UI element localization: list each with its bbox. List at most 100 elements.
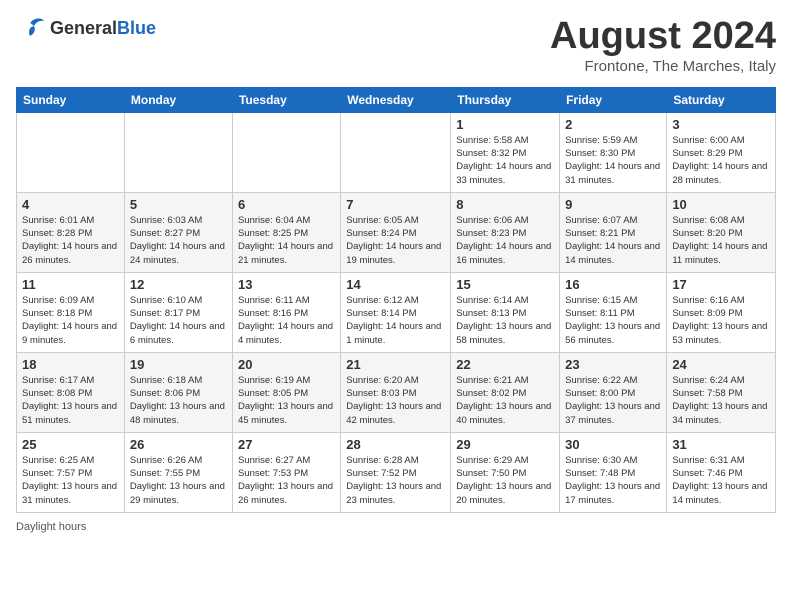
day-number: 31 [672,437,770,452]
calendar-day-cell: 1 Sunrise: 5:58 AM Sunset: 8:32 PM Daylig… [451,112,560,192]
calendar-week-row: 18 Sunrise: 6:17 AM Sunset: 8:08 PM Dayli… [17,352,776,432]
day-number: 26 [130,437,227,452]
logo: GeneralBlue [16,16,156,40]
day-info: Sunrise: 6:08 AM Sunset: 8:20 PM Dayligh… [672,214,770,267]
calendar-day-cell: 17 Sunrise: 6:16 AM Sunset: 8:09 PM Dayli… [667,272,776,352]
weekday-header-cell: Thursday [451,87,560,112]
weekday-header-cell: Friday [560,87,667,112]
calendar-day-cell: 14 Sunrise: 6:12 AM Sunset: 8:14 PM Dayli… [341,272,451,352]
weekday-header-cell: Wednesday [341,87,451,112]
day-info: Sunrise: 6:27 AM Sunset: 7:53 PM Dayligh… [238,454,335,507]
calendar-day-cell: 21Sunrise: 6:20 AM Sunset: 8:03 PM Dayli… [341,352,451,432]
location: Frontone, The Marches, Italy [550,58,776,75]
calendar-day-cell [232,112,340,192]
calendar-day-cell: 22 Sunrise: 6:21 AM Sunset: 8:02 PM Dayli… [451,352,560,432]
day-number: 6 [238,197,335,212]
day-info: Sunrise: 6:26 AM Sunset: 7:55 PM Dayligh… [130,454,227,507]
day-info: Sunrise: 6:28 AM Sunset: 7:52 PM Dayligh… [346,454,445,507]
day-number: 4 [22,197,119,212]
day-info: Sunrise: 6:14 AM Sunset: 8:13 PM Dayligh… [456,294,554,347]
day-number: 12 [130,277,227,292]
day-number: 3 [672,117,770,132]
day-info: Sunrise: 6:25 AM Sunset: 7:57 PM Dayligh… [22,454,119,507]
day-info: Sunrise: 6:31 AM Sunset: 7:46 PM Dayligh… [672,454,770,507]
day-info: Sunrise: 5:58 AM Sunset: 8:32 PM Dayligh… [456,134,554,187]
calendar-day-cell: 26 Sunrise: 6:26 AM Sunset: 7:55 PM Dayli… [124,432,232,512]
day-info: Sunrise: 6:03 AM Sunset: 8:27 PM Dayligh… [130,214,227,267]
day-number: 8 [456,197,554,212]
footer: Daylight hours [16,521,776,533]
calendar-day-cell: 25 Sunrise: 6:25 AM Sunset: 7:57 PM Dayli… [17,432,125,512]
calendar-day-cell: 3 Sunrise: 6:00 AM Sunset: 8:29 PM Daylig… [667,112,776,192]
calendar-day-cell: 31 Sunrise: 6:31 AM Sunset: 7:46 PM Dayli… [667,432,776,512]
day-info: Sunrise: 6:21 AM Sunset: 8:02 PM Dayligh… [456,374,554,427]
day-info: Sunrise: 6:05 AM Sunset: 8:24 PM Dayligh… [346,214,445,267]
day-info: Sunrise: 6:11 AM Sunset: 8:16 PM Dayligh… [238,294,335,347]
day-number: 25 [22,437,119,452]
daylight-label: Daylight hours [16,521,86,533]
day-info: Sunrise: 6:18 AM Sunset: 8:06 PM Dayligh… [130,374,227,427]
logo-general: General [50,18,117,38]
day-info: Sunrise: 6:01 AM Sunset: 8:28 PM Dayligh… [22,214,119,267]
day-info: Sunrise: 6:09 AM Sunset: 8:18 PM Dayligh… [22,294,119,347]
day-info: Sunrise: 6:29 AM Sunset: 7:50 PM Dayligh… [456,454,554,507]
calendar-day-cell: 24 Sunrise: 6:24 AM Sunset: 7:58 PM Dayli… [667,352,776,432]
calendar-day-cell: 12 Sunrise: 6:10 AM Sunset: 8:17 PM Dayli… [124,272,232,352]
calendar-day-cell: 6Sunrise: 6:04 AM Sunset: 8:25 PM Daylig… [232,192,340,272]
day-number: 17 [672,277,770,292]
day-info: Sunrise: 6:17 AM Sunset: 8:08 PM Dayligh… [22,374,119,427]
day-info: Sunrise: 6:19 AM Sunset: 8:05 PM Dayligh… [238,374,335,427]
day-number: 1 [456,117,554,132]
day-number: 10 [672,197,770,212]
calendar-body: 1 Sunrise: 5:58 AM Sunset: 8:32 PM Daylig… [17,112,776,512]
day-number: 30 [565,437,661,452]
day-number: 28 [346,437,445,452]
calendar-day-cell: 29 Sunrise: 6:29 AM Sunset: 7:50 PM Dayli… [451,432,560,512]
calendar-week-row: 1 Sunrise: 5:58 AM Sunset: 8:32 PM Daylig… [17,112,776,192]
page-header: GeneralBlue August 2024 Frontone, The Ma… [16,16,776,75]
day-info: Sunrise: 6:22 AM Sunset: 8:00 PM Dayligh… [565,374,661,427]
day-number: 9 [565,197,661,212]
day-info: Sunrise: 6:12 AM Sunset: 8:14 PM Dayligh… [346,294,445,347]
day-number: 22 [456,357,554,372]
calendar-day-cell [341,112,451,192]
day-number: 19 [130,357,227,372]
day-number: 5 [130,197,227,212]
day-info: Sunrise: 6:00 AM Sunset: 8:29 PM Dayligh… [672,134,770,187]
calendar-day-cell: 19 Sunrise: 6:18 AM Sunset: 8:06 PM Dayli… [124,352,232,432]
calendar-day-cell: 16Sunrise: 6:15 AM Sunset: 8:11 PM Dayli… [560,272,667,352]
calendar-week-row: 11 Sunrise: 6:09 AM Sunset: 8:18 PM Dayli… [17,272,776,352]
day-number: 11 [22,277,119,292]
day-number: 29 [456,437,554,452]
day-number: 16 [565,277,661,292]
calendar-day-cell: 10 Sunrise: 6:08 AM Sunset: 8:20 PM Dayli… [667,192,776,272]
day-number: 20 [238,357,335,372]
calendar-day-cell: 11 Sunrise: 6:09 AM Sunset: 8:18 PM Dayli… [17,272,125,352]
calendar-day-cell: 8Sunrise: 6:06 AM Sunset: 8:23 PM Daylig… [451,192,560,272]
day-number: 18 [22,357,119,372]
calendar-day-cell: 20 Sunrise: 6:19 AM Sunset: 8:05 PM Dayli… [232,352,340,432]
calendar-day-cell: 4 Sunrise: 6:01 AM Sunset: 8:28 PM Daylig… [17,192,125,272]
calendar-day-cell: 18 Sunrise: 6:17 AM Sunset: 8:08 PM Dayli… [17,352,125,432]
day-info: Sunrise: 5:59 AM Sunset: 8:30 PM Dayligh… [565,134,661,187]
title-block: August 2024 Frontone, The Marches, Italy [550,16,776,75]
calendar-week-row: 4 Sunrise: 6:01 AM Sunset: 8:28 PM Daylig… [17,192,776,272]
day-number: 23 [565,357,661,372]
logo-icon [16,16,46,40]
day-number: 24 [672,357,770,372]
day-info: Sunrise: 6:30 AM Sunset: 7:48 PM Dayligh… [565,454,661,507]
day-info: Sunrise: 6:24 AM Sunset: 7:58 PM Dayligh… [672,374,770,427]
calendar-day-cell: 13Sunrise: 6:11 AM Sunset: 8:16 PM Dayli… [232,272,340,352]
day-info: Sunrise: 6:16 AM Sunset: 8:09 PM Dayligh… [672,294,770,347]
month-title: August 2024 [550,16,776,58]
day-number: 14 [346,277,445,292]
calendar-day-cell: 9 Sunrise: 6:07 AM Sunset: 8:21 PM Daylig… [560,192,667,272]
day-info: Sunrise: 6:20 AM Sunset: 8:03 PM Dayligh… [346,374,445,427]
day-number: 2 [565,117,661,132]
weekday-header-cell: Tuesday [232,87,340,112]
calendar-week-row: 25 Sunrise: 6:25 AM Sunset: 7:57 PM Dayli… [17,432,776,512]
day-info: Sunrise: 6:07 AM Sunset: 8:21 PM Dayligh… [565,214,661,267]
day-number: 7 [346,197,445,212]
day-info: Sunrise: 6:10 AM Sunset: 8:17 PM Dayligh… [130,294,227,347]
calendar-day-cell: 30 Sunrise: 6:30 AM Sunset: 7:48 PM Dayli… [560,432,667,512]
